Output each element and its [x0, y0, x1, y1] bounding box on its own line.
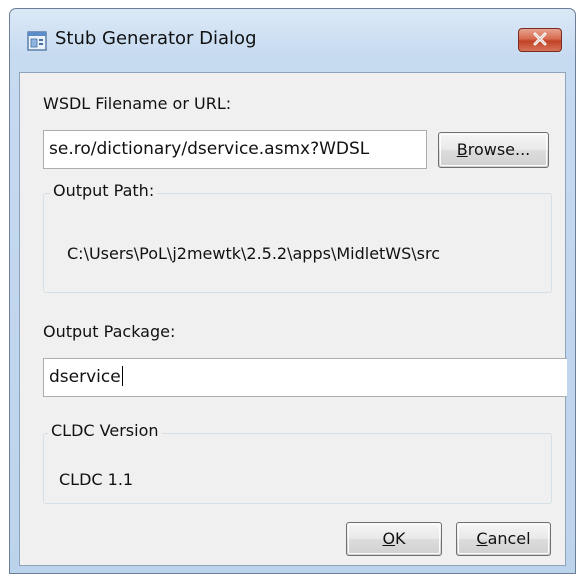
cancel-button[interactable]: Cancel — [456, 522, 551, 556]
title-bar[interactable]: Stub Generator Dialog — [10, 9, 575, 72]
browse-label: Browse... — [456, 140, 531, 159]
close-icon — [532, 31, 548, 50]
wsdl-url-value: se.ro/dictionary/dservice.asmx?WDSL — [49, 139, 370, 159]
ok-label: OK — [382, 529, 406, 548]
dialog-content: WSDL Filename or URL: se.ro/dictionary/d… — [19, 72, 567, 566]
cldc-version-legend: CLDC Version — [48, 421, 162, 440]
output-path-value: C:\Users\PoL\j2mewtk\2.5.2\apps\MidletWS… — [67, 244, 441, 263]
wsdl-url-input[interactable]: se.ro/dictionary/dservice.asmx?WDSL — [43, 130, 427, 169]
application-icon — [27, 31, 47, 51]
close-button[interactable] — [518, 28, 562, 52]
output-package-input[interactable]: dservice — [43, 358, 567, 397]
wsdl-label: WSDL Filename or URL: — [43, 94, 232, 113]
output-package-value: dservice — [49, 367, 121, 387]
cancel-label: Cancel — [476, 529, 531, 548]
stub-generator-dialog: Stub Generator Dialog WSDL Filename or U… — [9, 8, 576, 574]
cldc-version-value: CLDC 1.1 — [59, 470, 134, 489]
output-package-label: Output Package: — [43, 322, 176, 341]
text-cursor — [121, 365, 123, 386]
output-path-group: Output Path: C:\Users\PoL\j2mewtk\2.5.2\… — [43, 181, 552, 293]
output-path-legend: Output Path: — [50, 181, 158, 200]
browse-button[interactable]: Browse... — [438, 132, 549, 168]
cldc-version-group: CLDC Version CLDC 1.1 — [43, 421, 552, 504]
window-title: Stub Generator Dialog — [55, 28, 257, 49]
ok-button[interactable]: OK — [346, 522, 442, 556]
